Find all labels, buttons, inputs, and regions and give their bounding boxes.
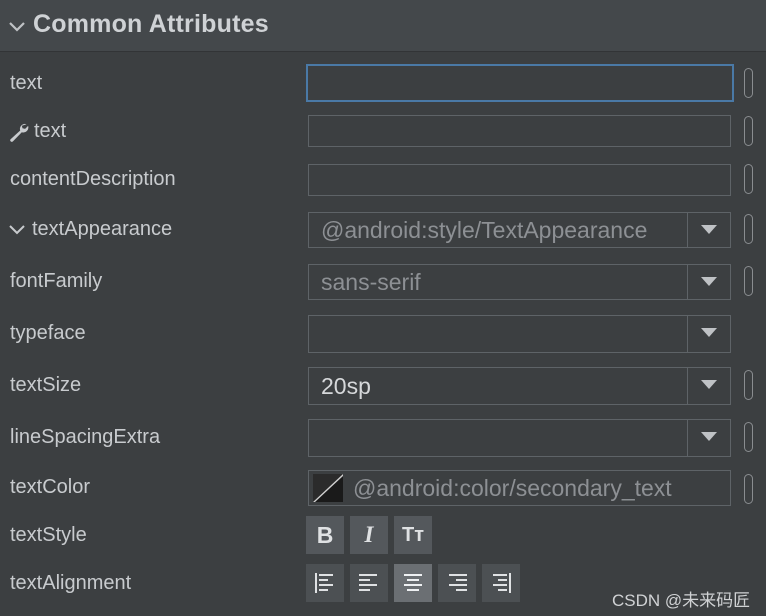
font-family-dropdown[interactable]: sans-serif bbox=[308, 264, 731, 300]
resource-picker-text-size[interactable] bbox=[744, 370, 753, 400]
chevron-down-icon[interactable] bbox=[8, 223, 26, 237]
color-swatch-icon[interactable] bbox=[313, 474, 343, 502]
resource-picker-text[interactable] bbox=[744, 68, 753, 98]
attr-label-text-color: textColor bbox=[10, 476, 91, 498]
align-left-button[interactable] bbox=[350, 564, 388, 602]
line-spacing-extra-dropdown[interactable] bbox=[308, 419, 731, 457]
resource-picker-line-spacing-extra[interactable] bbox=[744, 422, 753, 452]
attr-label-typeface: typeface bbox=[10, 322, 86, 344]
all-caps-icon: Tт bbox=[401, 524, 424, 546]
text-appearance-dropdown-button[interactable] bbox=[687, 213, 730, 247]
attr-label-text-size: textSize bbox=[10, 374, 82, 396]
align-end-icon bbox=[493, 573, 511, 593]
attr-label-text-style: textStyle bbox=[10, 524, 87, 546]
section-header[interactable]: Common Attributes bbox=[0, 0, 766, 52]
resource-picker-text-color[interactable] bbox=[744, 474, 753, 504]
resource-picker-text-appearance[interactable] bbox=[744, 214, 753, 244]
resource-picker-font-family[interactable] bbox=[744, 266, 753, 296]
attr-label-text-alignment: textAlignment bbox=[10, 572, 132, 594]
bold-button[interactable]: B bbox=[306, 516, 344, 554]
dropdown-arrow-icon bbox=[701, 277, 717, 286]
text-appearance-value: @android:style/TextAppearance bbox=[321, 217, 648, 243]
attr-label-text-appearance: textAppearance bbox=[32, 218, 173, 240]
resource-picker-content-description[interactable] bbox=[744, 164, 753, 194]
bold-icon: B bbox=[316, 522, 334, 548]
align-end-button[interactable] bbox=[482, 564, 520, 602]
text-color-value: @android:color/secondary_text bbox=[353, 475, 672, 501]
text-appearance-dropdown[interactable]: @android:style/TextAppearance bbox=[308, 212, 731, 248]
resource-picker-tools-text[interactable] bbox=[744, 116, 753, 146]
typeface-dropdown-button[interactable] bbox=[687, 316, 730, 352]
italic-button[interactable]: I bbox=[350, 516, 388, 554]
align-start-icon bbox=[315, 573, 333, 593]
align-start-button[interactable] bbox=[306, 564, 344, 602]
dropdown-arrow-icon bbox=[701, 380, 717, 389]
tools-text-input[interactable] bbox=[308, 115, 731, 147]
align-center-icon bbox=[404, 574, 422, 591]
italic-icon: I bbox=[364, 522, 374, 547]
attr-label-content-description: contentDescription bbox=[10, 168, 176, 190]
attr-label-line-spacing-extra: lineSpacingExtra bbox=[10, 426, 161, 448]
content-description-input[interactable] bbox=[308, 164, 731, 196]
font-family-value: sans-serif bbox=[321, 269, 421, 295]
section-title: Common Attributes bbox=[33, 10, 269, 38]
attr-label-tools-text: text bbox=[34, 120, 67, 142]
line-spacing-extra-dropdown-button[interactable] bbox=[687, 420, 730, 456]
align-left-icon bbox=[359, 574, 377, 591]
attr-label-font-family: fontFamily bbox=[10, 270, 103, 292]
align-right-button[interactable] bbox=[438, 564, 476, 602]
text-size-dropdown-button[interactable] bbox=[687, 368, 730, 404]
align-right-icon bbox=[449, 574, 467, 591]
all-caps-button[interactable]: Tт bbox=[394, 516, 432, 554]
font-family-dropdown-button[interactable] bbox=[687, 265, 730, 299]
text-color-input[interactable]: @android:color/secondary_text bbox=[308, 470, 731, 506]
text-input[interactable] bbox=[306, 64, 734, 102]
dropdown-arrow-icon bbox=[701, 432, 717, 441]
attr-label-text: text bbox=[10, 72, 43, 94]
text-size-dropdown[interactable]: 20sp bbox=[308, 367, 731, 405]
chevron-down-icon[interactable] bbox=[8, 17, 26, 35]
watermark: CSDN @未来码匠 bbox=[612, 591, 751, 610]
dropdown-arrow-icon bbox=[701, 328, 717, 337]
wrench-icon bbox=[10, 123, 29, 142]
text-size-value: 20sp bbox=[321, 373, 371, 399]
dropdown-arrow-icon bbox=[701, 225, 717, 234]
typeface-dropdown[interactable] bbox=[308, 315, 731, 353]
align-center-button[interactable] bbox=[394, 564, 432, 602]
